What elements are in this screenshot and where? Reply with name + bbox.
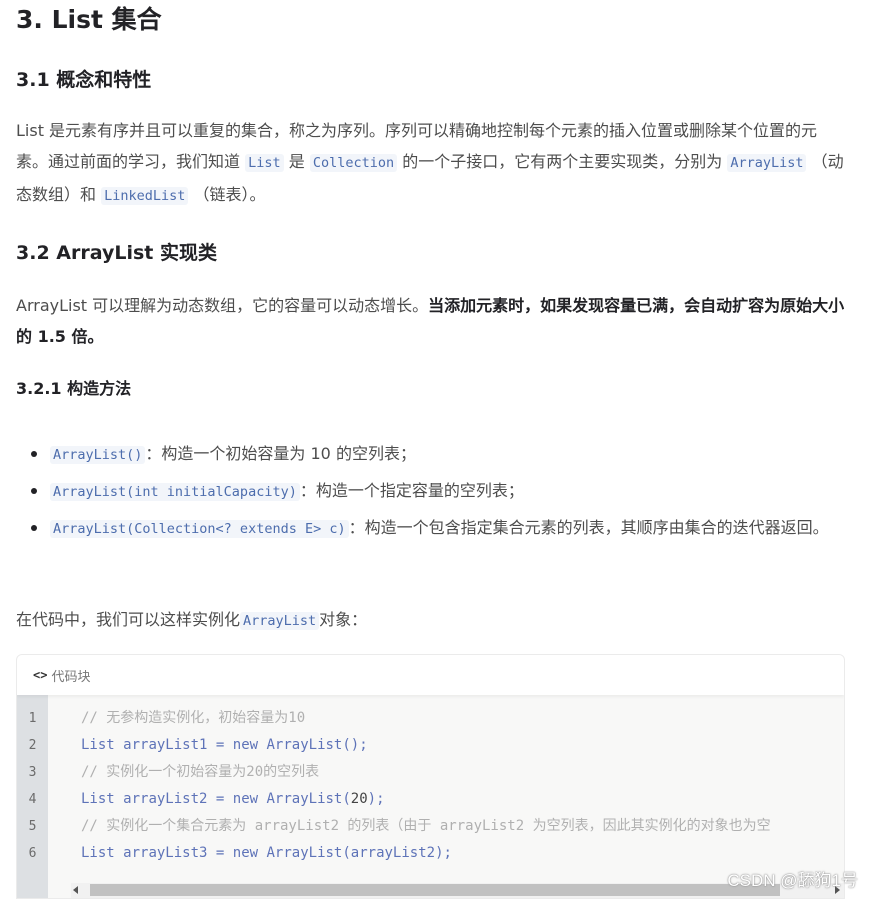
code-line: 6 List arrayList3 = new ArrayList(arrayLi… — [17, 840, 844, 867]
intro-text-e: （链表）。 — [193, 185, 266, 204]
constructor-list: ArrayList() ：构造一个初始容量为 10 的空列表； ArrayList… — [16, 436, 846, 547]
arraylist-text: ArrayList 可以理解为动态数组，它的容量可以动态增长。 — [16, 296, 429, 315]
intro-paragraph: List 是元素有序并且可以重复的集合，称之为序列。序列可以精确地控制每个元素的… — [16, 115, 846, 212]
code-keyword: new — [232, 845, 259, 861]
inline-code-arraylist-2: ArrayList — [240, 612, 320, 630]
watermark: CSDN @舔狗1号 — [727, 871, 858, 890]
line-number: 1 — [28, 711, 37, 726]
code-number: 20 — [350, 791, 368, 807]
code-var: arrayList3 — [123, 845, 208, 861]
code-type: List — [81, 791, 115, 807]
code-args: ); — [367, 791, 385, 807]
code-var: arrayList1 — [123, 737, 208, 753]
code-op: = — [215, 791, 225, 807]
code-args: ( — [342, 791, 351, 807]
instantiate-text-b: 对象： — [319, 610, 368, 629]
list-item: ArrayList(Collection<? extends E> c) ：构造一… — [16, 510, 846, 547]
code-block: <> 代码块 1 // 无参构造实例化，初始容量为10 2 List arrayLi… — [16, 654, 845, 899]
line-number: 5 — [28, 819, 37, 834]
code-args: (); — [342, 737, 368, 753]
line-number: 3 — [28, 765, 37, 780]
code-op: = — [215, 845, 225, 861]
page-title: 3. List 集合 — [16, 5, 162, 34]
constructor-code: ArrayList() — [50, 446, 146, 464]
constructor-code: ArrayList(int initialCapacity) — [50, 483, 300, 501]
line-number: 2 — [28, 738, 37, 753]
code-comment: // 实例化一个初始容量为20的空列表 — [81, 764, 320, 780]
constructor-desc: ：构造一个包含指定集合元素的列表，其顺序由集合的迭代器返回。 — [348, 518, 829, 537]
code-line: 4 List arrayList2 = new ArrayList(20); — [17, 786, 844, 813]
constructor-code: ArrayList(Collection<? extends E> c) — [50, 520, 349, 538]
code-body: 1 // 无参构造实例化，初始容量为10 2 List arrayList1 = n… — [17, 695, 844, 898]
section-heading-3-1: 3.1 概念和特性 — [16, 69, 152, 91]
section-heading-3-2-1: 3.2.1 构造方法 — [16, 379, 132, 398]
code-keyword: new — [232, 791, 259, 807]
list-item: ArrayList(int initialCapacity) ：构造一个指定容量的… — [16, 473, 846, 510]
code-line: 5 // 实例化一个集合元素为 arrayList2 的列表（由于 arrayLi… — [17, 813, 844, 840]
code-args: (arrayList2); — [342, 845, 452, 861]
instantiate-paragraph: 在代码中，我们可以这样实例化 ArrayList 对象： — [16, 604, 846, 637]
code-brackets-icon: <> — [33, 668, 48, 682]
code-type: List — [81, 737, 115, 753]
bullet-icon — [31, 488, 37, 494]
inline-code-linkedlist: LinkedList — [101, 187, 189, 205]
line-number: 4 — [28, 792, 37, 807]
code-line: 1 // 无参构造实例化，初始容量为10 — [17, 705, 844, 732]
code-line: 3 // 实例化一个初始容量为20的空列表 — [17, 759, 844, 786]
code-keyword: new — [232, 737, 259, 753]
code-block-label: 代码块 — [51, 669, 91, 685]
code-line: 2 List arrayList1 = new ArrayList(); — [17, 732, 844, 759]
intro-text-b: 是 — [288, 152, 305, 171]
line-number: 6 — [28, 846, 37, 861]
constructor-desc: ：构造一个指定容量的空列表； — [299, 481, 524, 500]
instantiate-text-a: 在代码中，我们可以这样实例化 — [16, 610, 241, 629]
bullet-icon — [31, 525, 37, 531]
scroll-left-arrow-icon[interactable] — [73, 886, 78, 894]
code-comment: // 实例化一个集合元素为 arrayList2 的列表（由于 arrayLis… — [81, 818, 771, 834]
code-block-header[interactable]: <> 代码块 — [17, 655, 844, 695]
code-class: ArrayList — [266, 737, 343, 753]
code-var: arrayList2 — [123, 791, 208, 807]
code-class: ArrayList — [266, 791, 343, 807]
constructor-desc: ：构造一个初始容量为 10 的空列表； — [145, 444, 416, 463]
arraylist-paragraph: ArrayList 可以理解为动态数组，它的容量可以动态增长。当添加元素时，如果… — [16, 290, 846, 352]
inline-code-collection: Collection — [309, 154, 398, 172]
inline-code-list: List — [245, 154, 284, 172]
code-op: = — [215, 737, 225, 753]
code-type: List — [81, 845, 115, 861]
list-item: ArrayList() ：构造一个初始容量为 10 的空列表； — [16, 436, 846, 473]
code-comment: // 无参构造实例化，初始容量为10 — [81, 710, 306, 726]
code-class: ArrayList — [266, 845, 343, 861]
scrollbar-thumb[interactable] — [90, 884, 780, 896]
intro-text-c: 的一个子接口，它有两个主要实现类，分别为 — [402, 152, 723, 171]
inline-code-arraylist: ArrayList — [727, 154, 807, 172]
section-heading-3-2: 3.2 ArrayList 实现类 — [16, 242, 217, 264]
bullet-icon — [31, 451, 37, 457]
